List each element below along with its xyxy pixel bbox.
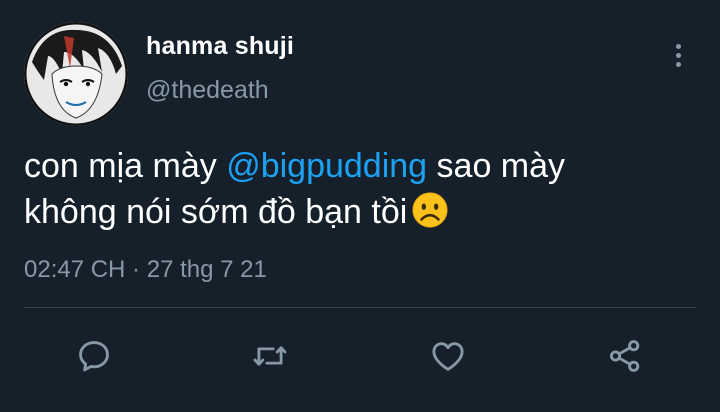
tweet-text-line-2: không nói sớm đồ bạn tồi — [24, 189, 684, 235]
tweet-text-after-mention: sao mày — [427, 147, 566, 185]
retweet-icon — [253, 346, 287, 366]
tweet-text-before-mention: con mịa mày — [24, 147, 227, 185]
more-options-button[interactable] — [668, 38, 688, 72]
tweet-text-line-1: con mịa mày @bigpudding sao mày — [24, 143, 684, 189]
reply-button[interactable] — [74, 336, 114, 376]
avatar[interactable] — [24, 22, 128, 126]
divider — [24, 307, 696, 308]
avatar-image — [24, 22, 128, 126]
share-icon — [609, 340, 640, 372]
tweet-text-second-line: không nói sớm đồ bạn tồi — [24, 193, 408, 231]
tweet-timestamp[interactable]: 02:47 CH · 27 thg 7 21 — [24, 256, 267, 284]
more-dot-icon — [675, 52, 681, 58]
heart-icon — [432, 342, 464, 371]
author-handle[interactable]: @thedeath — [146, 76, 269, 105]
tweet-card: hanma shuji @thedeath con mịa mày @bigpu… — [0, 0, 720, 412]
author-display-name[interactable]: hanma shuji — [146, 32, 294, 61]
share-button[interactable] — [605, 336, 645, 376]
more-dot-icon — [675, 61, 681, 67]
like-button[interactable] — [428, 336, 468, 376]
tweet-text: con mịa mày @bigpudding sao mày không nó… — [24, 143, 684, 235]
reply-icon — [79, 341, 109, 372]
frowning-face-emoji-icon — [412, 192, 448, 228]
more-dot-icon — [675, 43, 681, 49]
mention-link[interactable]: @bigpudding — [226, 147, 427, 185]
retweet-button[interactable] — [250, 336, 290, 376]
